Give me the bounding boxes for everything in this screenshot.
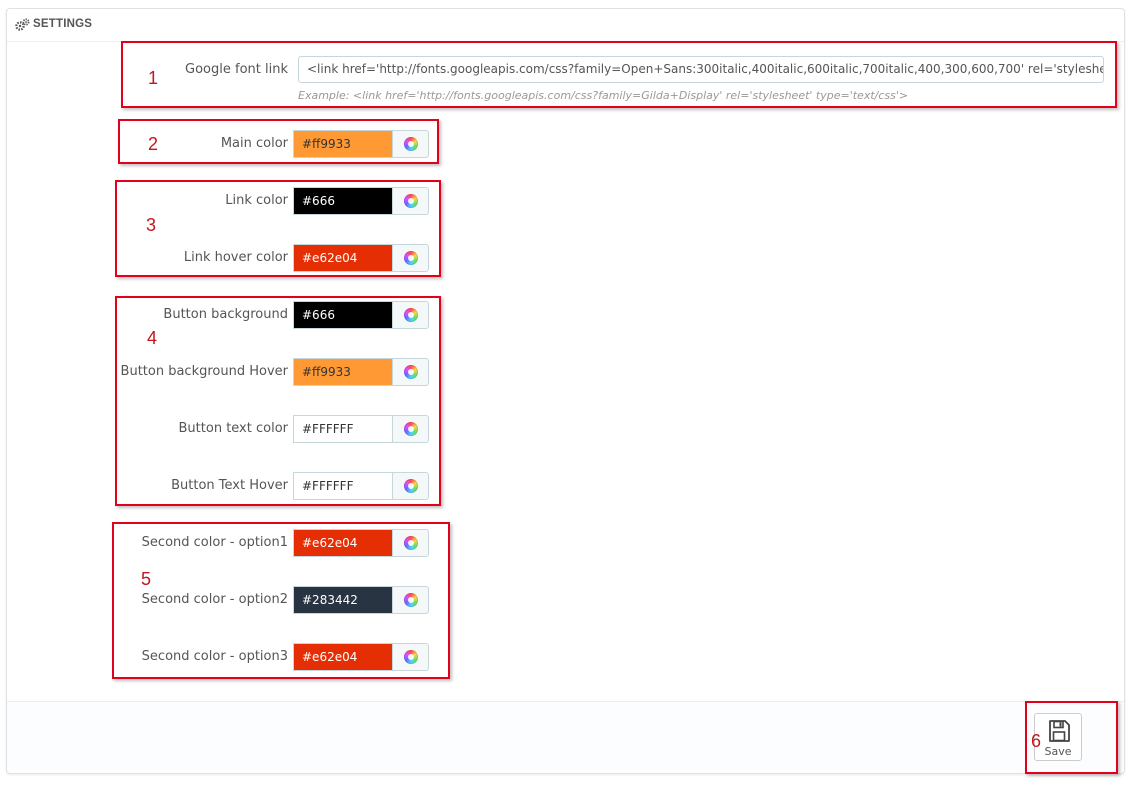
annotation-box-3 bbox=[115, 180, 441, 277]
annotation-box-1 bbox=[121, 41, 1117, 108]
annotation-box-5 bbox=[112, 522, 450, 679]
annotation-number: 5 bbox=[141, 569, 152, 589]
annotation-box-2 bbox=[118, 119, 439, 164]
annotation-number: 4 bbox=[147, 328, 158, 348]
cogs-icon bbox=[15, 18, 30, 31]
panel-title: SETTINGS bbox=[33, 18, 93, 30]
annotation-number: 6 bbox=[1031, 731, 1042, 751]
panel-heading: SETTINGS bbox=[7, 9, 1124, 42]
annotation-number: 1 bbox=[148, 68, 159, 88]
annotation-number: 3 bbox=[146, 215, 157, 235]
panel-footer: Save bbox=[7, 701, 1124, 773]
annotation-number: 2 bbox=[148, 134, 159, 154]
annotation-box-4 bbox=[115, 296, 441, 506]
